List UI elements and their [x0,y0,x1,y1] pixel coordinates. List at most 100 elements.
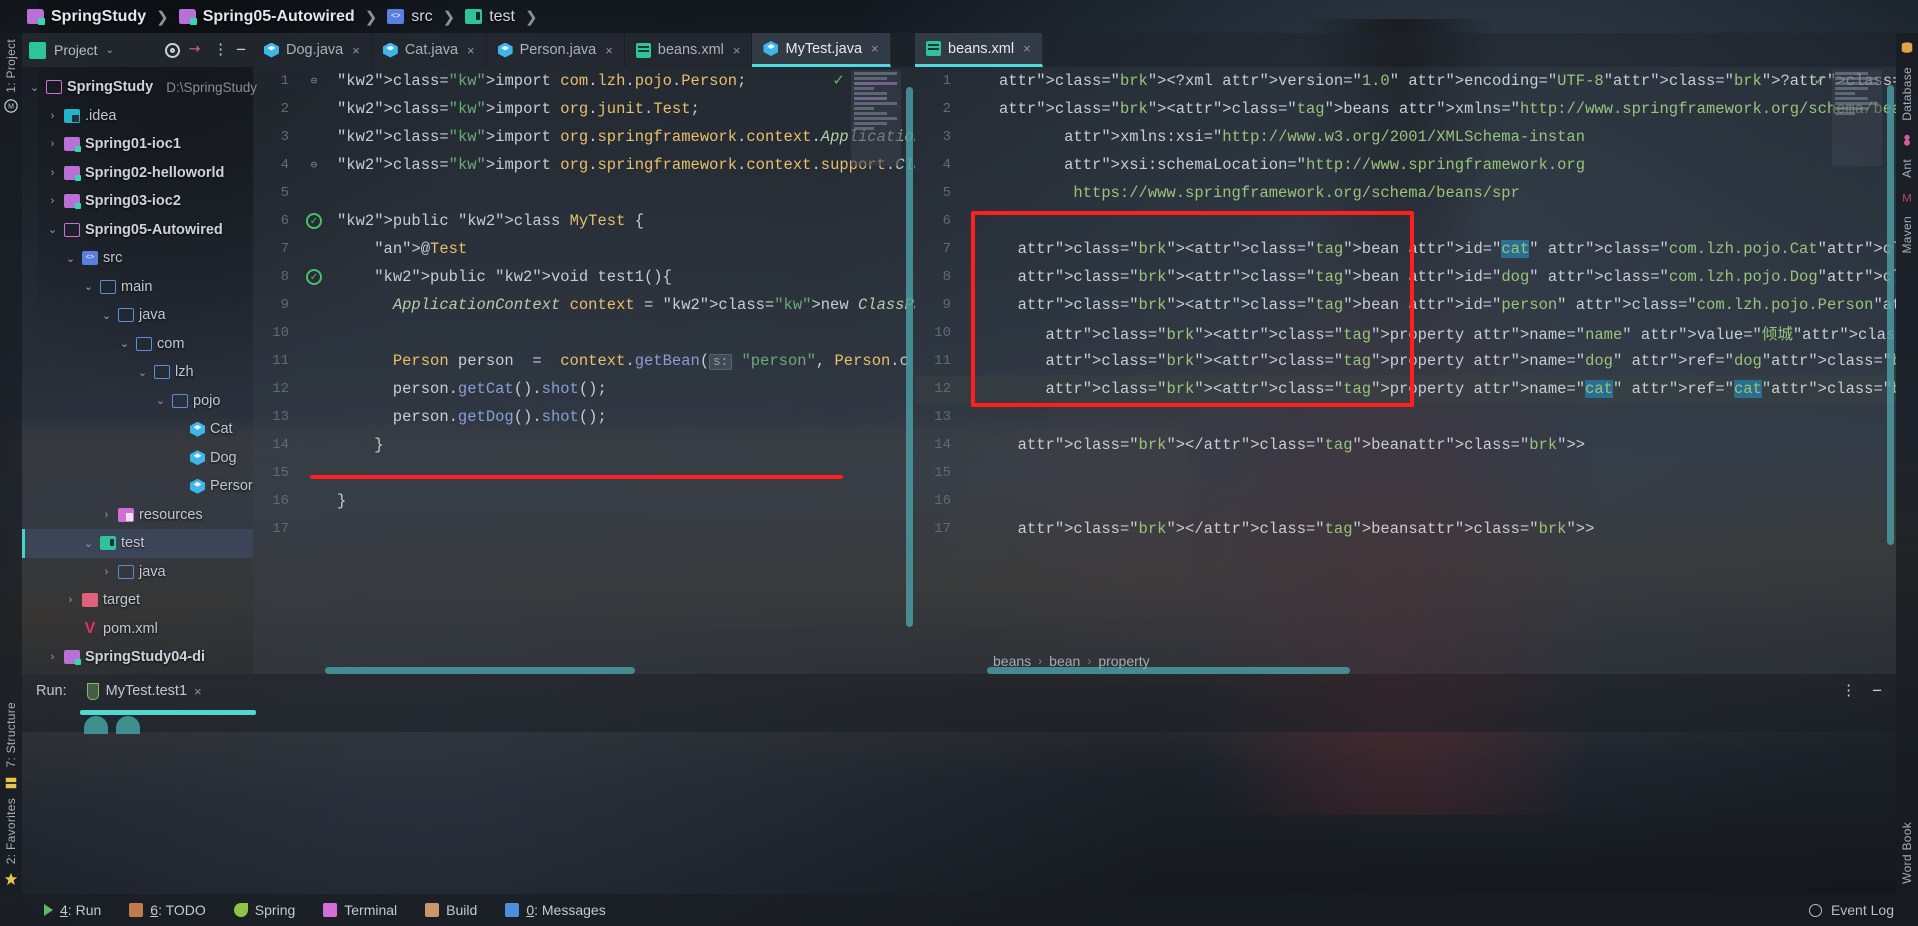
tool-button-project[interactable]: 1: Project [4,39,18,93]
fold-icon[interactable]: ⊖ [311,74,318,88]
status-bar-right: Event Log [1808,902,1918,918]
editor-tab-dog-java[interactable]: Dog.java × [253,33,372,67]
status-item-messages[interactable]: 0: Messages [491,902,619,918]
right-editor-code-area[interactable]: 1 attr">class="brk"><?xml attr">version="… [915,67,1896,674]
tree-item-target[interactable]: › target [22,586,253,615]
fold-icon[interactable]: ⊖ [311,158,318,172]
chevron-right-icon[interactable]: › [100,509,113,521]
left-editor-code-area[interactable]: 1 ⊖ "kw2">class="kw">import com.lzh.pojo.P… [253,67,915,674]
tool-button-maven[interactable]: Maven [1900,216,1914,254]
tree-item-spring05-autowired[interactable]: ⌄ Spring05-Autowired [22,216,253,245]
editor-tab-cat-java[interactable]: Cat.java × [371,33,487,67]
close-icon[interactable]: × [733,43,741,58]
chevron-down-icon[interactable]: ⌄ [28,81,41,94]
event-log-label[interactable]: Event Log [1831,902,1894,918]
status-item-todo[interactable]: 6: TODO [115,902,220,918]
tree-item-dog[interactable]: Dog [22,444,253,473]
left-editor-minimap[interactable] [851,70,901,166]
editor-tab-beans-xml[interactable]: beans.xml × [915,33,1043,67]
hide-icon[interactable]: − [236,40,246,60]
close-icon[interactable]: × [352,43,360,58]
line-number: 5 [942,185,951,201]
tree-item-springstudy04-di[interactable]: › SpringStudy04-di [22,643,253,672]
tree-item-test[interactable]: ⌄ test [22,529,253,558]
close-icon[interactable]: × [605,43,613,58]
tool-button-database[interactable]: Database [1900,67,1914,121]
tool-button-structure[interactable]: 7: Structure [4,702,18,768]
collapse-all-icon[interactable]: ↗ [185,38,209,62]
tree-item-java[interactable]: ⌄ java [22,301,253,330]
hide-icon[interactable]: − [1872,681,1882,701]
breadcrumb-item-module[interactable]: Spring05-Autowired [176,8,358,26]
chevron-right-icon[interactable]: › [46,167,59,179]
status-item-build[interactable]: Build [411,902,491,918]
editor-tab-mytest-java[interactable]: MyTest.java × [752,33,891,67]
right-editor-minimap[interactable] [1832,70,1882,166]
status-item-spring[interactable]: Spring [220,902,309,918]
left-editor-vertical-scrollbar[interactable] [906,67,913,674]
tree-item-spring01-ioc1[interactable]: › Spring01-ioc1 [22,130,253,159]
tree-item-resources[interactable]: › resources [22,501,253,530]
tree-item-springstudy[interactable]: ⌄ SpringStudy D:\SpringStudy [22,73,257,102]
tree-item-lzh[interactable]: ⌄ lzh [22,358,253,387]
breadcrumb-property[interactable]: property [1098,653,1149,669]
java-class-icon [763,41,779,56]
chevron-down-icon[interactable]: ⌄ [154,394,167,407]
run-configuration-tab[interactable]: MyTest.test1 × [81,682,208,700]
folder-icon [64,222,80,237]
tree-item-main[interactable]: ⌄ main [22,273,253,302]
tool-button-word-book[interactable]: Word Book [1900,822,1914,884]
breadcrumb-bean[interactable]: bean [1049,653,1080,669]
left-editor-horizontal-scrollbar[interactable] [253,667,915,674]
tree-item-pojo[interactable]: ⌄ pojo [22,387,253,416]
chevron-down-icon[interactable]: ⌄ [106,45,114,56]
tree-item-java[interactable]: › java [22,558,253,587]
run-test-icon[interactable] [306,269,322,285]
options-icon[interactable]: ⋮ [1841,683,1856,698]
editor-tab-person-java[interactable]: Person.java × [486,33,625,67]
editor-tab-beans-xml[interactable]: beans.xml × [624,33,753,67]
chevron-right-icon[interactable]: › [46,651,59,663]
status-item-run[interactable]: 4: Run [30,902,115,918]
chevron-right-icon[interactable]: › [46,195,59,207]
tree-item-src[interactable]: ⌄ src [22,244,253,273]
run-test-gutter-icon[interactable] [299,269,329,285]
maven-icon: V [84,619,96,637]
tree-item-com[interactable]: ⌄ com [22,330,253,359]
chevron-down-icon[interactable]: ⌄ [100,309,113,322]
tree-item--idea[interactable]: › .idea [22,102,253,131]
right-editor-vertical-scrollbar[interactable] [1887,67,1894,674]
tool-button-ant[interactable]: Ant [1900,159,1914,178]
locate-icon[interactable] [165,42,181,58]
options-icon[interactable]: ⋮ [213,42,228,57]
chevron-right-icon[interactable]: › [64,594,77,606]
chevron-right-icon[interactable]: › [46,138,59,150]
chevron-down-icon[interactable]: ⌄ [46,223,59,236]
maven-rail-icon[interactable]: M [4,98,18,113]
tree-item-spring03-ioc2[interactable]: › Spring03-ioc2 [22,187,253,216]
tree-item-spring02-helloworld[interactable]: › Spring02-helloworld [22,159,253,188]
status-item-terminal[interactable]: Terminal [309,902,411,918]
breadcrumb-item-project[interactable]: SpringStudy [24,8,149,26]
tree-item-cat[interactable]: Cat [22,415,253,444]
tree-item-persor[interactable]: Persor [22,472,253,501]
chevron-down-icon[interactable]: ⌄ [82,537,95,550]
run-test-icon[interactable] [306,213,322,229]
chevron-right-icon[interactable]: › [100,566,113,578]
breadcrumb-beans[interactable]: beans [993,653,1031,669]
chevron-down-icon[interactable]: ⌄ [118,337,131,350]
close-icon[interactable]: × [871,41,879,56]
chevron-down-icon[interactable]: ⌄ [82,280,95,293]
chevron-down-icon[interactable]: ⌄ [64,252,77,265]
breadcrumb-item-src[interactable]: src [384,8,435,26]
close-icon[interactable]: × [194,684,202,699]
chevron-down-icon[interactable]: ⌄ [136,366,149,379]
run-test-gutter-icon[interactable] [299,213,329,229]
line-number: 11 [272,353,289,369]
breadcrumb-item-test[interactable]: test [462,8,518,26]
close-icon[interactable]: × [467,43,475,58]
tool-button-favorites[interactable]: 2: Favorites [4,798,18,864]
tree-item-pom-xml[interactable]: Vpom.xml [22,615,253,644]
chevron-right-icon[interactable]: › [46,110,59,122]
close-icon[interactable]: × [1023,41,1031,56]
